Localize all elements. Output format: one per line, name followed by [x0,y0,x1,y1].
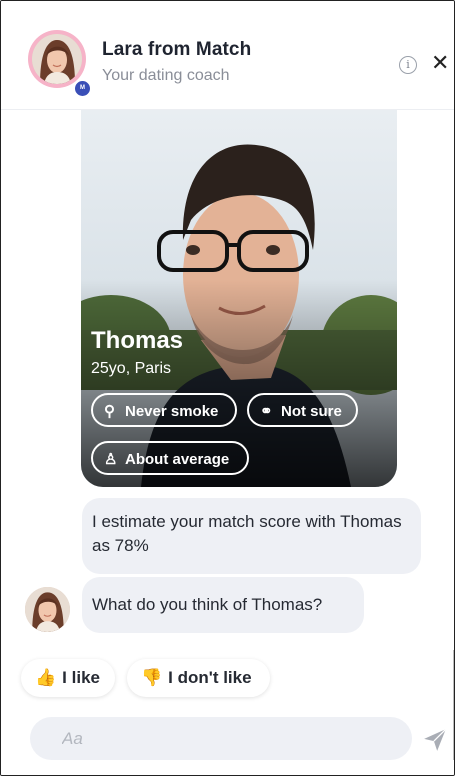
chat-subtitle: Your dating coach [102,67,230,84]
coach-avatar-small [25,587,70,632]
chat-header: M Lara from Match Your dating coach i ✕ [1,1,454,110]
message-composer [30,717,412,760]
chat-title: Lara from Match [102,39,252,60]
quick-reply-like[interactable]: 👍 I like [21,659,115,697]
ring-icon: ⚭ [260,403,273,420]
thumbs-up-icon: 👍 [35,668,57,687]
match-badge: M [73,79,92,98]
quick-reply-label: I don't like [168,668,252,687]
message-input[interactable] [60,728,394,750]
profile-age-location: 25yo, Paris [91,360,172,377]
chat-body: Thomas 25yo, Paris ⚲ Never smoke ⚭ Not s… [1,110,454,775]
quick-reply-dislike[interactable]: 👎 I don't like [127,659,270,697]
quick-reply-label: I like [62,668,100,687]
profile-card[interactable]: Thomas 25yo, Paris ⚲ Never smoke ⚭ Not s… [81,110,397,487]
body-icon: ♙ [104,451,118,468]
send-icon[interactable] [422,727,448,753]
message-text: What do you think of Thomas? [92,595,323,614]
thumbs-down-icon: 👎 [141,668,163,687]
info-icon[interactable]: i [399,56,417,74]
chip-label: About average [125,451,230,468]
close-icon[interactable]: ✕ [431,51,449,75]
chip-body-type: ♙ About average [91,441,249,475]
message-bubble: What do you think of Thomas? [82,577,364,633]
profile-photo [81,110,397,487]
chip-marriage: ⚭ Not sure [247,393,358,427]
coach-avatar [32,34,82,84]
message-text: I estimate your match score with Thomas … [92,512,402,555]
chip-label: Not sure [281,403,342,420]
chat-window: M Lara from Match Your dating coach i ✕ [0,0,455,776]
no-smoking-icon: ⚲ [104,403,115,420]
message-bubble: I estimate your match score with Thomas … [82,498,421,574]
profile-name: Thomas [91,327,184,354]
chip-smoking: ⚲ Never smoke [91,393,237,427]
chip-label: Never smoke [125,403,219,420]
